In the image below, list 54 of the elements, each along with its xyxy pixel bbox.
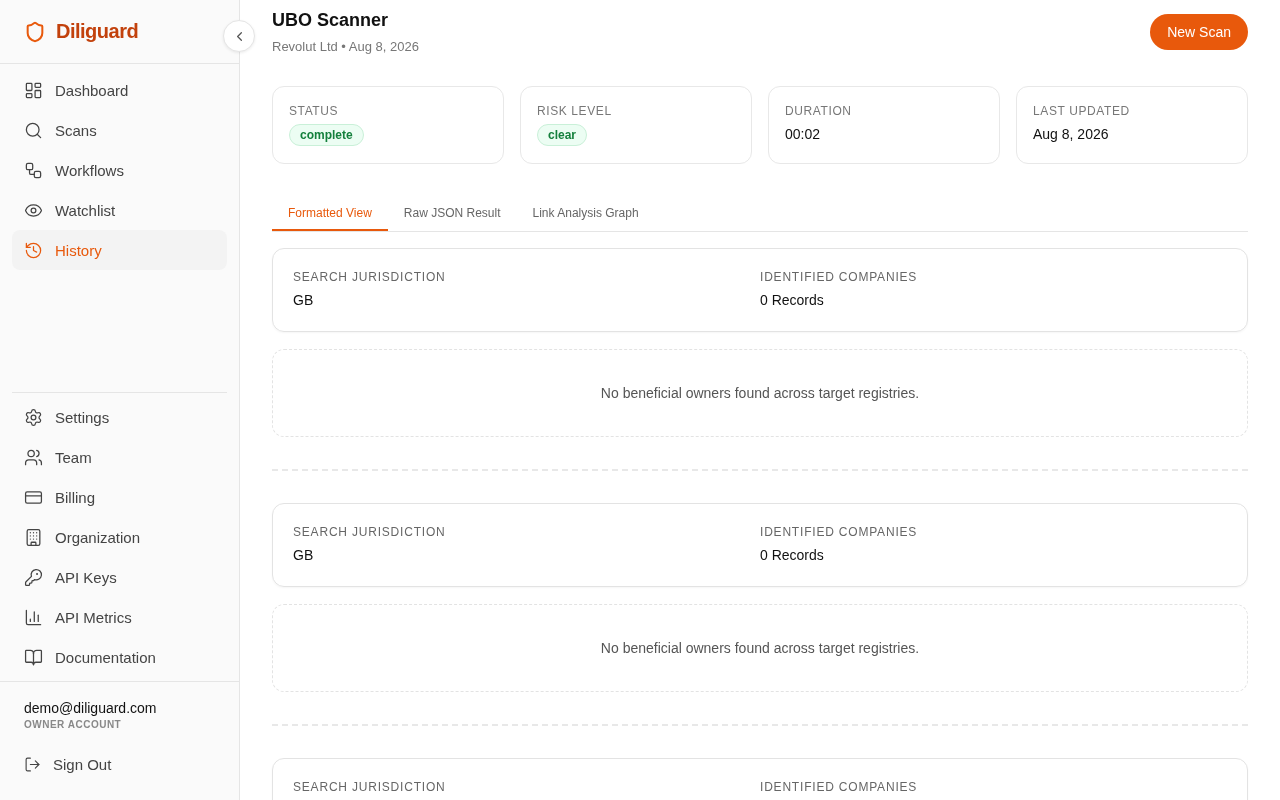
- sidebar-item[interactable]: Watchlist: [12, 190, 227, 230]
- tab[interactable]: Link Analysis Graph: [516, 196, 655, 231]
- user-role: OWNER ACCOUNT: [24, 719, 123, 730]
- sidebar-item[interactable]: Scans: [12, 110, 227, 150]
- field-label: IDENTIFIED COMPANIES: [760, 780, 919, 794]
- tab[interactable]: Raw JSON Result: [387, 196, 517, 231]
- empty-message: No beneficial owners found across target registries.: [600, 640, 920, 656]
- tab[interactable]: Formatted View: [272, 196, 388, 231]
- history-icon: [24, 240, 43, 260]
- users-icon: [24, 447, 43, 467]
- shield-logo-icon: [24, 20, 46, 43]
- page-title: UBO Scanner: [272, 10, 390, 31]
- bar-chart-icon: [24, 607, 43, 627]
- logout-icon: [24, 756, 41, 773]
- field-label: IDENTIFIED COMPANIES: [760, 525, 919, 539]
- user-email: demo@diliguard.com: [24, 700, 158, 716]
- field-value: 0 Records: [760, 292, 825, 308]
- stat-label: RISK LEVEL: [537, 104, 613, 118]
- stat-label: STATUS: [289, 104, 340, 118]
- status-badge: complete: [289, 124, 364, 146]
- field-value: 0 Records: [760, 547, 825, 563]
- dashboard-icon: [24, 80, 43, 100]
- empty-message: No beneficial owners found across target registries.: [600, 385, 920, 401]
- stat-value: Aug 8, 2026: [1033, 126, 1110, 142]
- workflow-icon: [24, 160, 43, 180]
- sidebar-item[interactable]: Documentation: [12, 637, 227, 677]
- field-label: IDENTIFIED COMPANIES: [760, 270, 919, 284]
- stat-label: DURATION: [785, 104, 853, 118]
- field-label: SEARCH JURISDICTION: [293, 270, 447, 284]
- brand-name: Diliguard: [56, 20, 139, 43]
- settings-icon: [24, 407, 43, 427]
- sidebar-item[interactable]: Settings: [12, 397, 227, 437]
- sign-out-link[interactable]: Sign Out: [24, 756, 112, 773]
- sidebar-item[interactable]: Team: [12, 437, 227, 477]
- building-icon: [24, 527, 43, 547]
- sidebar-item[interactable]: API Metrics: [12, 597, 227, 637]
- stat-value: 00:02: [785, 126, 822, 142]
- sidebar-item[interactable]: Organization: [12, 517, 227, 557]
- sidebar-item[interactable]: Workflows: [12, 150, 227, 190]
- book-icon: [24, 647, 43, 667]
- field-label: SEARCH JURISDICTION: [293, 525, 447, 539]
- status-badge: clear: [537, 124, 588, 146]
- field-value: GB: [293, 292, 315, 308]
- sidebar-item[interactable]: Dashboard: [12, 70, 227, 110]
- key-icon: [24, 567, 43, 587]
- new-scan-button[interactable]: New Scan: [1150, 14, 1248, 50]
- page-subtitle: Revolut Ltd • Aug 8, 2026: [272, 39, 419, 54]
- sidebar-item[interactable]: API Keys: [12, 557, 227, 597]
- field-value: GB: [293, 547, 315, 563]
- search-icon: [24, 120, 43, 140]
- field-label: SEARCH JURISDICTION: [293, 780, 447, 794]
- sidebar-item[interactable]: Billing: [12, 477, 227, 517]
- stat-label: LAST UPDATED: [1033, 104, 1131, 118]
- collapse-button[interactable]: [223, 20, 255, 52]
